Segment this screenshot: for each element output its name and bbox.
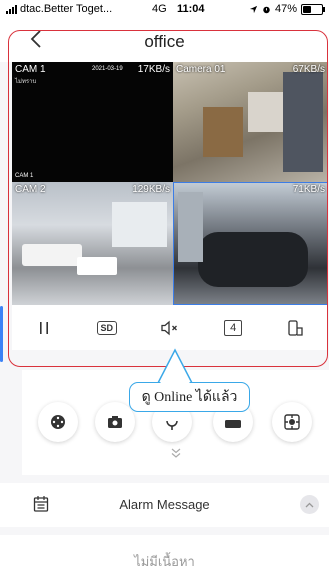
camera-bitrate: 71KB/s [292,184,325,195]
camera-timestamp: 2021-03-19 [92,66,123,72]
door-image [178,192,203,262]
quality-button[interactable]: SD [87,308,127,348]
carrier-group: dtac.Better Toget... [6,3,112,15]
empty-text: ไม่มีเนื้อหา [134,554,195,569]
battery-icon [301,3,325,15]
edge-marker [0,306,3,362]
quality-label: SD [96,320,118,335]
snapshot-button[interactable] [95,402,135,442]
status-time: 11:04 [177,3,205,15]
table-image [77,257,117,275]
camera-osd-name: CAM 1 [15,173,34,179]
camera-label: CAM 2 [15,184,46,195]
alarm-row[interactable]: Alarm Message [0,483,329,527]
signal-icon [6,4,17,14]
boxes-image [248,92,283,132]
settings-button[interactable] [272,402,312,442]
camera-icon [108,416,122,428]
video-grid: CAM 1 ไม่ทราบ 2021-03-19 17KB/s CAM 1 Ca… [12,62,328,305]
playback-controls: SD 4 [12,305,328,350]
collapse-toggle[interactable] [300,495,319,514]
carrier-name: dtac.Better Toget... [20,3,113,15]
target-icon [284,414,300,430]
pause-icon [39,321,48,334]
pause-button[interactable] [24,308,64,348]
device-button[interactable] [276,308,316,348]
video-icon [225,420,241,428]
camera-label: Camera 01 [176,64,226,75]
mute-button[interactable] [150,308,190,348]
device-icon [288,319,303,336]
boxes-image [203,107,243,157]
camera-tile-3[interactable]: CAM 2 129KB/s [12,182,173,305]
network-type: 4G [152,3,167,15]
camera-sublabel: ไม่ทราบ [15,79,37,85]
speaker-muted-icon [161,320,177,335]
nav-header: office [0,20,329,62]
tooltip-bubble: ดู Online ได้แล้ว [129,382,250,412]
sofa-image [22,244,82,266]
camera-bitrate: 67KB/s [292,64,325,75]
location-icon [249,5,258,13]
chevron-up-icon [305,502,314,507]
camera-tile-2[interactable]: Camera 01 67KB/s [173,62,328,182]
tooltip-text: ดู Online ได้แล้ว [141,390,238,405]
battery-fill [303,5,311,13]
camera-tile-4[interactable]: 71KB/s [173,182,328,305]
camera-label: CAM 1 [15,64,46,75]
expand-chevron-icon[interactable] [170,447,182,462]
split-screen-button[interactable]: 4 [213,308,253,348]
alarm-empty-state: ไม่มีเนื้อหา [0,535,329,584]
window-image [112,202,167,247]
camera-bitrate: 17KB/s [137,64,170,75]
alarm-clock-icon [263,6,270,13]
page-title: office [144,32,185,51]
microphone-icon [166,420,178,430]
app-screen: dtac.Better Toget... 4G 11:04 47% office… [0,0,329,584]
split-count: 4 [224,319,243,336]
camera-tile-1[interactable]: CAM 1 ไม่ทราบ 2021-03-19 17KB/s CAM 1 [12,62,173,182]
status-right: 47% [249,3,325,15]
alarm-label: Alarm Message [119,497,210,512]
camera-bitrate: 129KB/s [132,184,170,195]
ptz-button[interactable] [38,402,78,442]
shelf-image [283,72,323,172]
motorbikes-image [198,232,308,287]
battery-percent: 47% [274,3,297,15]
status-bar: dtac.Better Toget... 4G 11:04 47% [0,0,329,20]
ptz-icon [51,415,65,429]
